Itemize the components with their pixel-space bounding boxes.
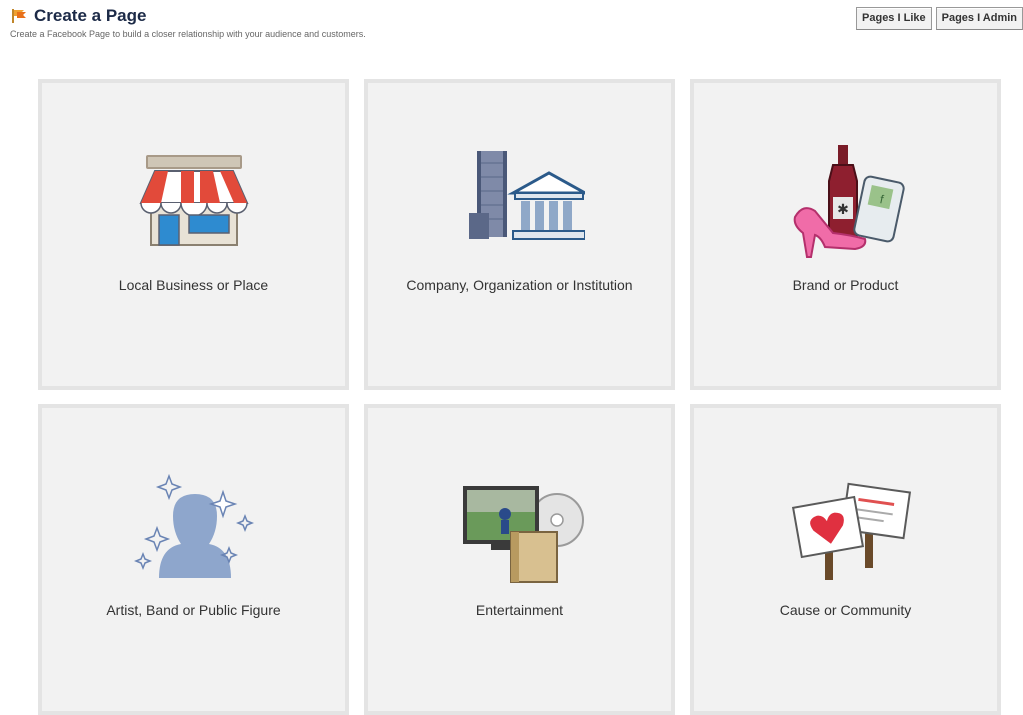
category-label: Artist, Band or Public Figure: [106, 602, 281, 618]
page-title: Create a Page: [34, 6, 147, 25]
pages-i-like-button[interactable]: Pages I Like: [856, 7, 932, 30]
products-icon: ✱ f: [793, 145, 905, 258]
category-label: Cause or Community: [779, 602, 912, 618]
category-grid: Local Business or Place Company, Organiz…: [38, 79, 1001, 715]
category-tile-entertainment[interactable]: Entertainment: [364, 404, 675, 715]
category-tile-artist[interactable]: Artist, Band or Public Figure: [38, 404, 349, 715]
media-icon: [462, 486, 584, 583]
category-label: Entertainment: [475, 602, 564, 618]
category-tile-brand[interactable]: ✱ f Brand or Product: [690, 79, 1001, 390]
page-flag-icon: [12, 9, 26, 23]
svg-text:✱: ✱: [837, 201, 849, 217]
category-label: Brand or Product: [792, 277, 899, 293]
category-tile-company[interactable]: Company, Organization or Institution: [364, 79, 675, 390]
top-buttons: Pages I Like Pages I Admin: [856, 7, 1023, 30]
page-subtitle: Create a Facebook Page to build a closer…: [10, 29, 366, 39]
title-row: Create a Page: [10, 6, 366, 26]
signs-icon: [791, 482, 911, 580]
page-header: Create a Page Create a Facebook Page to …: [10, 6, 366, 39]
category-label: Company, Organization or Institution: [406, 277, 633, 293]
buildings-icon: [468, 151, 585, 240]
storefront-icon: [138, 155, 249, 246]
category-label: Local Business or Place: [118, 277, 269, 293]
silhouette-icon: [133, 473, 254, 578]
category-tile-cause[interactable]: Cause or Community: [690, 404, 1001, 715]
pages-i-admin-button[interactable]: Pages I Admin: [935, 7, 1023, 30]
category-tile-local-business[interactable]: Local Business or Place: [38, 79, 349, 390]
